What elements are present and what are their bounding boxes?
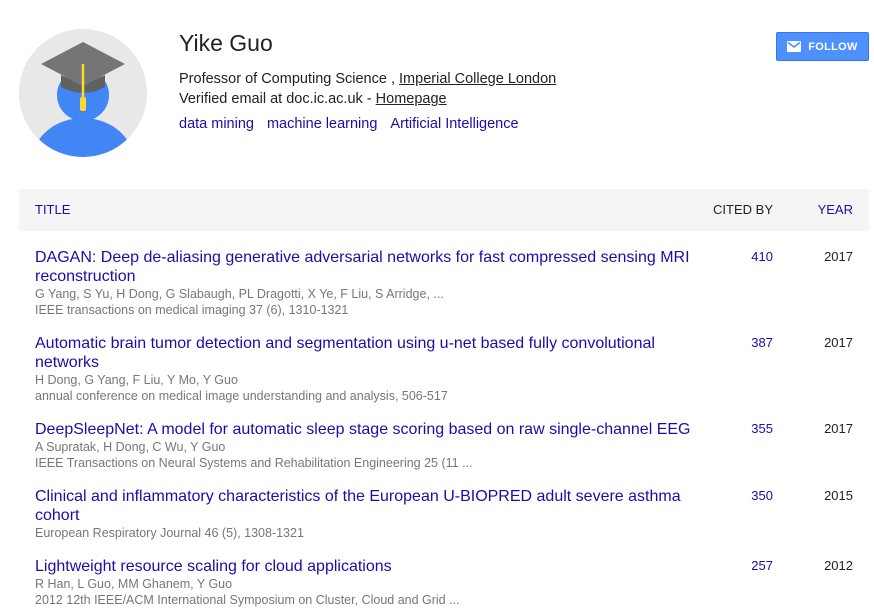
article-cited-count[interactable]: 257 — [751, 558, 773, 573]
profile-avatar — [19, 29, 147, 157]
article-venue: IEEE transactions on medical imaging 37 … — [35, 303, 349, 317]
affiliation-separator: , — [386, 71, 400, 87]
profile-position: Professor of Computing Science — [179, 71, 387, 87]
article-year: 2015 — [824, 488, 853, 503]
profile-affiliation: Professor of Computing Science , Imperia… — [179, 69, 556, 89]
article-title-link[interactable]: Automatic brain tumor detection and segm… — [35, 334, 695, 372]
article-authors: G Yang, S Yu, H Dong, G Slabaugh, PL Dra… — [35, 287, 444, 301]
article-venue: annual conference on medical image under… — [35, 389, 448, 403]
follow-button[interactable]: FOLLOW — [776, 32, 869, 61]
article-title-link[interactable]: DeepSleepNet: A model for automatic slee… — [35, 420, 735, 439]
article-authors: R Han, L Guo, MM Ghanem, Y Guo — [35, 577, 233, 591]
column-title-sort[interactable]: TITLE — [35, 202, 70, 217]
article-year: 2017 — [824, 249, 853, 264]
article-cited-count[interactable]: 350 — [751, 488, 773, 503]
article-venue: European Respiratory Journal 46 (5), 130… — [35, 526, 304, 540]
article-cited-count[interactable]: 355 — [751, 421, 773, 436]
research-interests: data mining machine learning Artificial In… — [179, 114, 532, 134]
profile-name: Yike Guo — [179, 30, 273, 56]
article-year: 2017 — [824, 335, 853, 350]
article-venue: 2012 12th IEEE/ACM International Symposi… — [35, 593, 460, 607]
article-row: Automatic brain tumor detection and segm… — [35, 334, 869, 404]
homepage-link[interactable]: Homepage — [376, 91, 447, 107]
mail-icon — [787, 41, 802, 52]
interest-machine-learning[interactable]: machine learning — [267, 116, 377, 132]
article-authors: H Dong, G Yang, F Liu, Y Mo, Y Guo — [35, 373, 238, 387]
interest-data-mining[interactable]: data mining — [179, 116, 254, 132]
article-year: 2017 — [824, 421, 853, 436]
follow-label: FOLLOW — [808, 40, 858, 53]
article-year: 2012 — [824, 558, 853, 573]
article-title-link[interactable]: DAGAN: Deep de-aliasing generative adver… — [35, 248, 695, 286]
article-venue: IEEE Transactions on Neural Systems and … — [35, 456, 473, 470]
article-title-link[interactable]: Clinical and inflammatory characteristic… — [35, 487, 695, 525]
verified-separator: - — [362, 91, 376, 107]
articles-table-header: TITLE CITED BY YEAR — [19, 189, 869, 231]
verified-email: Verified email at doc.ic.ac.uk — [179, 91, 363, 107]
column-cited-by[interactable]: CITED BY — [713, 202, 773, 217]
article-title-link[interactable]: Lightweight resource scaling for cloud a… — [35, 557, 695, 576]
graduate-avatar-icon — [19, 29, 147, 157]
column-year-sort[interactable]: YEAR — [818, 202, 853, 217]
profile-verified: Verified email at doc.ic.ac.uk - Homepag… — [179, 89, 447, 109]
article-row: Lightweight resource scaling for cloud a… — [35, 557, 869, 608]
article-cited-count[interactable]: 387 — [751, 335, 773, 350]
article-row: DAGAN: Deep de-aliasing generative adver… — [35, 248, 869, 318]
institution-link[interactable]: Imperial College London — [399, 71, 556, 87]
article-authors: A Supratak, H Dong, C Wu, Y Guo — [35, 440, 226, 454]
article-row: DeepSleepNet: A model for automatic slee… — [35, 420, 869, 471]
interest-artificial-intelligence[interactable]: Artificial Intelligence — [390, 116, 518, 132]
article-cited-count[interactable]: 410 — [751, 249, 773, 264]
article-row: Clinical and inflammatory characteristic… — [35, 487, 869, 541]
